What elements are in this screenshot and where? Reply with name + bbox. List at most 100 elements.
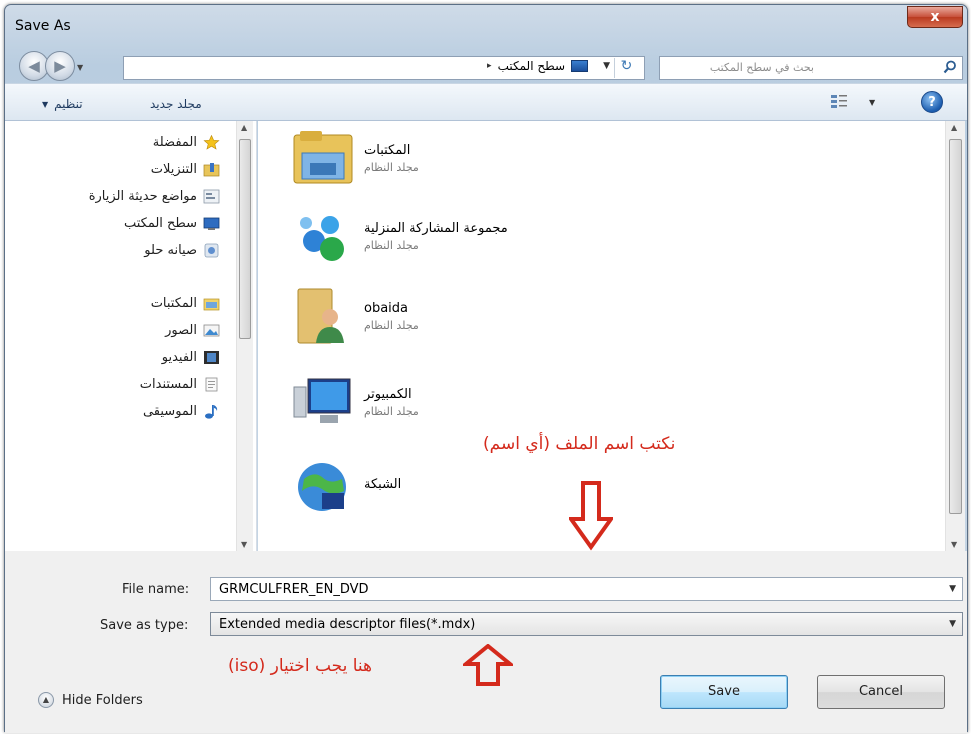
nav-item-shortcut[interactable]: صيانه حلو <box>144 243 220 258</box>
music-icon <box>205 405 218 419</box>
file-name: مجموعة المشاركة المنزلية <box>364 220 508 236</box>
nav-item-label: المكتبات <box>150 296 197 311</box>
nav-item-desktop[interactable]: سطح المكتب <box>124 216 220 231</box>
recent-places-icon <box>203 189 220 204</box>
address-bar[interactable]: سطح المكتب ▸ ▼ ↻ <box>123 56 645 80</box>
organize-label: تنظيم <box>54 97 83 111</box>
search-input[interactable]: بحث في سطح المكتب <box>659 56 963 80</box>
file-name-dropdown-icon[interactable]: ▼ <box>949 584 956 594</box>
close-button[interactable]: x <box>907 6 963 28</box>
chevron-up-icon: ▲ <box>38 692 54 708</box>
file-list-scrollbar[interactable]: ▲ ▼ <box>945 121 965 551</box>
command-toolbar: ▼ تنظيم مجلد جديد ▼ ? <box>5 83 967 121</box>
nav-item-label: المستندات <box>139 377 197 392</box>
desktop-icon <box>203 217 220 230</box>
save-type-value: Extended media descriptor files(*.mdx) <box>219 617 476 632</box>
nav-pane-scrollbar[interactable]: ▲ ▼ <box>236 121 253 551</box>
nav-item-label: الموسيقى <box>142 404 197 419</box>
new-folder-button[interactable]: مجلد جديد <box>150 97 202 111</box>
nav-item-label: المفضلة <box>152 135 197 150</box>
documents-icon <box>205 377 218 392</box>
file-name-label: File name: <box>122 582 190 597</box>
scrollbar-thumb[interactable] <box>949 139 962 514</box>
list-item[interactable]: مجموعة المشاركة المنزلية مجلد النظام <box>292 207 508 265</box>
computer-icon <box>293 378 351 423</box>
nav-item-label: التنزيلات <box>150 162 197 177</box>
file-name: الكمبيوتر <box>364 386 412 402</box>
nav-item-videos[interactable]: الفيديو <box>162 350 220 365</box>
nav-item-downloads[interactable]: التنزيلات <box>151 162 220 177</box>
shortcut-icon <box>204 243 219 258</box>
save-button[interactable]: Save <box>660 675 788 709</box>
file-name: obaida <box>364 300 409 316</box>
address-dropdown-icon[interactable]: ▼ <box>603 61 610 71</box>
nav-item-label: الصور <box>165 323 197 338</box>
nav-item-label: مواضع حديثة الزيارة <box>88 189 197 204</box>
recent-locations-button[interactable]: ▼ <box>77 63 83 72</box>
hide-folders-button[interactable]: ▲ Hide Folders <box>38 692 143 708</box>
user-folder-icon <box>297 288 344 344</box>
filename-hint-annotation: نكتب اسم الملف (أي اسم) <box>483 434 676 454</box>
title-bar: Save As x <box>5 5 967 39</box>
nav-item-recent-places[interactable]: مواضع حديثة الزيارة <box>89 189 220 204</box>
search-icon[interactable] <box>943 60 957 74</box>
window-title: Save As <box>15 18 71 34</box>
save-type-label: Save as type: <box>100 618 189 633</box>
save-type-dropdown-icon[interactable]: ▼ <box>949 619 956 629</box>
libraries-icon <box>203 298 220 311</box>
scroll-up-icon[interactable]: ▲ <box>241 123 247 132</box>
save-type-select[interactable]: Extended media descriptor files(*.mdx) ▼ <box>210 612 963 636</box>
scroll-down-icon[interactable]: ▼ <box>951 540 957 549</box>
list-item[interactable]: المكتبات مجلد النظام <box>292 129 419 187</box>
file-name: المكتبات <box>364 142 411 158</box>
file-name-field[interactable]: GRMCULFRER_EN_DVD ▼ <box>210 577 963 601</box>
nav-item-label: سطح المكتب <box>123 216 197 231</box>
scroll-up-icon[interactable]: ▲ <box>951 123 957 132</box>
address-row: ◀ ▶ ▼ سطح المكتب ▸ ▼ ↻ بحث في سطح المكتب <box>5 39 967 83</box>
file-name: الشبكة <box>364 477 402 492</box>
hide-folders-label: Hide Folders <box>62 692 143 708</box>
organize-button[interactable]: ▼ تنظيم <box>42 97 83 111</box>
breadcrumb-desktop[interactable]: سطح المكتب <box>498 59 565 73</box>
file-type: مجلد النظام <box>364 160 419 174</box>
refresh-icon[interactable]: ↻ <box>614 58 638 78</box>
file-type: مجلد النظام <box>364 318 419 332</box>
breadcrumb: سطح المكتب ▸ <box>487 59 588 73</box>
nav-item-favorites[interactable]: المفضلة <box>153 135 220 150</box>
nav-item-documents[interactable]: المستندات <box>140 377 220 392</box>
file-type: مجلد النظام <box>364 404 419 418</box>
list-item[interactable]: obaida مجلد النظام <box>292 287 419 345</box>
search-placeholder: بحث في سطح المكتب <box>709 61 814 74</box>
videos-icon <box>204 351 219 364</box>
list-item[interactable]: الكمبيوتر مجلد النظام <box>292 373 419 431</box>
organize-caret-icon: ▼ <box>42 99 49 109</box>
views-dropdown-icon[interactable]: ▼ <box>869 98 875 107</box>
nav-item-libraries[interactable]: المكتبات <box>151 296 220 311</box>
cancel-button[interactable]: Cancel <box>817 675 945 709</box>
star-icon <box>203 135 220 150</box>
scrollbar-thumb[interactable] <box>239 139 251 339</box>
scroll-down-icon[interactable]: ▼ <box>241 540 247 549</box>
views-icon[interactable] <box>830 94 848 110</box>
libraries-folder-icon <box>293 131 353 184</box>
nav-item-music[interactable]: الموسيقى <box>143 404 220 419</box>
type-hint-annotation: هنا يجب اختيار (iso) <box>228 656 373 676</box>
forward-button[interactable]: ▶ <box>45 51 75 81</box>
homegroup-icon <box>300 216 344 261</box>
breadcrumb-arrow-icon[interactable]: ▸ <box>487 61 492 71</box>
down-arrow-icon <box>569 481 613 551</box>
up-arrow-icon <box>463 644 513 686</box>
save-as-dialog: Save As x ◀ ▶ ▼ سطح المكتب ▸ ▼ ↻ بحث في … <box>4 4 968 733</box>
list-item[interactable]: الشبكة <box>292 457 401 515</box>
desktop-icon <box>571 60 588 72</box>
file-name-value[interactable]: GRMCULFRER_EN_DVD <box>219 582 369 597</box>
nav-item-label: الفيديو <box>161 350 197 365</box>
pictures-icon <box>203 324 220 337</box>
file-type: مجلد النظام <box>364 238 419 252</box>
navigation-pane: المفضلة التنزيلات مواضع حديثة الزيارة سط… <box>5 121 257 551</box>
help-icon[interactable]: ? <box>921 91 943 113</box>
network-icon <box>298 463 346 511</box>
file-list: المكتبات مجلد النظام مجموعة المشاركة الم… <box>258 121 945 551</box>
nav-item-label: صيانه حلو <box>144 243 197 258</box>
nav-item-pictures[interactable]: الصور <box>165 323 220 338</box>
